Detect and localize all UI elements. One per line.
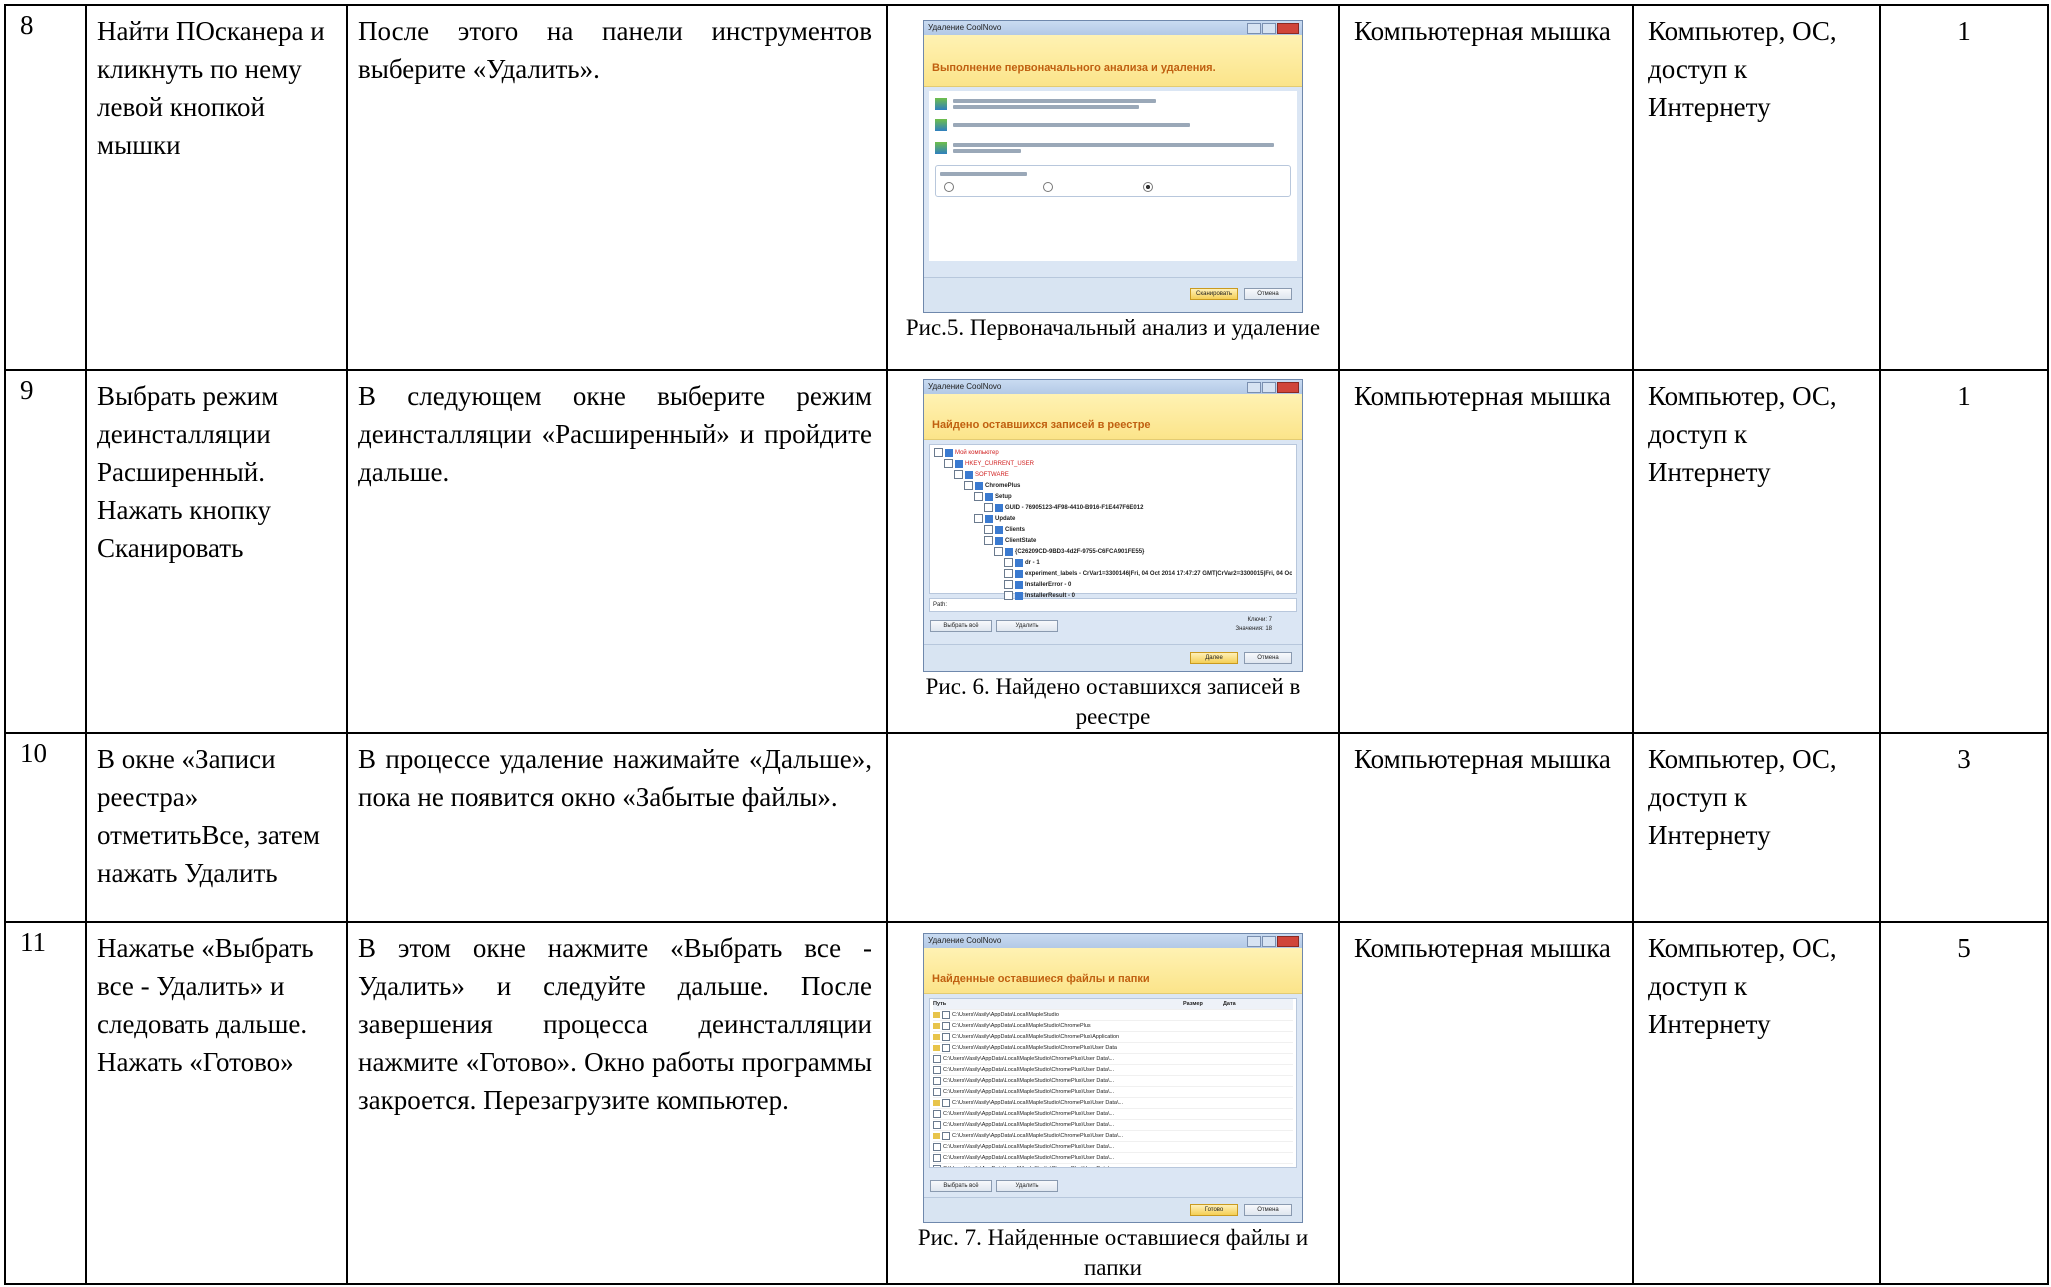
screenshot-leftover-files: Удаление CoolNovo Найденные оставшиеся ф… <box>923 933 1303 1223</box>
files-list[interactable]: Путь Размер Дата C:\Users\Vasily\AppData… <box>929 998 1297 1168</box>
select-all-button[interactable]: Выбрать всё <box>930 1180 992 1192</box>
close-icon <box>1277 936 1299 947</box>
window-titlebar: Удаление CoolNovo <box>924 21 1302 35</box>
column-size[interactable]: Размер <box>1183 999 1223 1009</box>
keys-count: Ключи: 7 <box>1247 617 1272 623</box>
window-title: Удаление CoolNovo <box>928 23 1002 32</box>
values-count: Значения: 18 <box>1235 626 1272 632</box>
table-row: 8 Найти ПОсканера и кликнуть по нему лев… <box>4 4 2049 371</box>
step-result: Компьютерная мышка <box>1338 4 1634 371</box>
window-banner: Найдено оставшихся записей в реестре <box>924 394 1302 440</box>
step-time: 1 <box>1879 4 2049 371</box>
step-action: Нажатье «Выбрать все - Удалить» и следов… <box>85 921 348 1285</box>
radio-advanced[interactable] <box>1142 182 1153 192</box>
step-time: 1 <box>1879 369 2049 734</box>
step-number: 10 <box>4 732 87 923</box>
step-result: Компьютерная мышка <box>1338 732 1634 923</box>
window-banner: Выполнение первоначального анализа и уда… <box>924 35 1302 87</box>
step-tools: Компьютер, ОС, доступ к Интернету <box>1632 4 1881 371</box>
registry-tree[interactable]: Мой компьютер HKEY_CURRENT_USER SOFTWARE… <box>929 444 1297 600</box>
step-action: В окне «Записи реестра» отметитьВсе, зат… <box>85 732 348 923</box>
table-row: 10 В окне «Записи реестра» отметитьВсе, … <box>4 732 2049 923</box>
step-result: Компьютерная мышка <box>1338 921 1634 1285</box>
window-banner: Найденные оставшиеся файлы и папки <box>924 948 1302 994</box>
figure-caption: Рис. 6. Найдено оставшихся записей в рее… <box>925 674 1301 729</box>
step-tools: Компьютер, ОС, доступ к Интернету <box>1632 732 1881 923</box>
scan-button[interactable]: Сканировать <box>1190 288 1238 300</box>
step-description: После этого на панели инструментов выбер… <box>346 4 888 371</box>
step-tools: Компьютер, ОС, доступ к Интернету <box>1632 921 1881 1285</box>
scan-mode-group <box>935 165 1291 197</box>
check-icon <box>935 98 947 110</box>
radio-moderate[interactable] <box>1043 182 1054 192</box>
step-result: Компьютерная мышка <box>1338 369 1634 734</box>
cancel-button[interactable]: Отмена <box>1244 652 1292 664</box>
minimize-icon <box>1247 23 1261 34</box>
step-tools: Компьютер, ОС, доступ к Интернету <box>1632 369 1881 734</box>
step-description: В этом окне нажмите «Выбрать все - Удали… <box>346 921 888 1285</box>
step-number: 8 <box>4 4 87 371</box>
radio-safe[interactable] <box>944 182 954 192</box>
table-row: 11 Нажатье «Выбрать все - Удалить» и сле… <box>4 921 2049 1285</box>
select-all-button[interactable]: Выбрать всё <box>930 620 992 632</box>
maximize-icon <box>1262 23 1276 34</box>
minimize-icon <box>1247 936 1261 947</box>
step-time: 3 <box>1879 732 2049 923</box>
maximize-icon <box>1262 936 1276 947</box>
delete-button[interactable]: Удалить <box>996 1180 1058 1192</box>
uninstall-icon <box>935 119 947 131</box>
step-action: Найти ПОсканера и кликнуть по нему левой… <box>85 4 348 371</box>
window-titlebar: Удаление CoolNovo <box>924 934 1302 948</box>
cancel-button[interactable]: Отмена <box>1244 1204 1292 1216</box>
step-action: Выбрать режим деинсталляции Расширенный.… <box>85 369 348 734</box>
close-icon <box>1277 382 1299 393</box>
figure-caption: Рис.5. Первоначальный анализ и удаление <box>905 315 1321 340</box>
step-number: 11 <box>4 921 87 1285</box>
step-description: В следующем окне выберите режим деинстал… <box>346 369 888 734</box>
instruction-table: 8 Найти ПОсканера и кликнуть по нему лев… <box>4 4 2049 1285</box>
step-figure: Удаление CoolNovo Найдено оставшихся зап… <box>886 369 1340 734</box>
step-figure-empty <box>886 732 1340 923</box>
window-content <box>929 91 1297 261</box>
window-title: Удаление CoolNovo <box>928 936 1002 945</box>
close-icon <box>1277 23 1299 34</box>
figure-caption: Рис. 7. Найденные оставшиеся файлы и пап… <box>917 1225 1309 1280</box>
cancel-button[interactable]: Отмена <box>1244 288 1292 300</box>
next-button[interactable]: Далее <box>1190 652 1238 664</box>
column-path[interactable]: Путь <box>933 999 1183 1009</box>
window-titlebar: Удаление CoolNovo <box>924 380 1302 394</box>
minimize-icon <box>1247 382 1261 393</box>
step-time: 5 <box>1879 921 2049 1285</box>
step-description: В процессе удаление нажимайте «Дальше», … <box>346 732 888 923</box>
done-button[interactable]: Готово <box>1190 1204 1238 1216</box>
table-row: 9 Выбрать режим деинсталляции Расширенны… <box>4 369 2049 734</box>
step-figure: Удаление CoolNovo Найденные оставшиеся ф… <box>886 921 1340 1285</box>
search-icon <box>935 142 947 154</box>
column-date[interactable]: Дата <box>1223 999 1293 1009</box>
screenshot-registry-entries: Удаление CoolNovo Найдено оставшихся зап… <box>923 379 1303 672</box>
window-title: Удаление CoolNovo <box>928 382 1002 391</box>
screenshot-initial-analysis: Удаление CoolNovo Выполнение первоначаль… <box>923 20 1303 313</box>
step-figure: Удаление CoolNovo Выполнение первоначаль… <box>886 4 1340 371</box>
step-number: 9 <box>4 369 87 734</box>
maximize-icon <box>1262 382 1276 393</box>
delete-button[interactable]: Удалить <box>996 620 1058 632</box>
